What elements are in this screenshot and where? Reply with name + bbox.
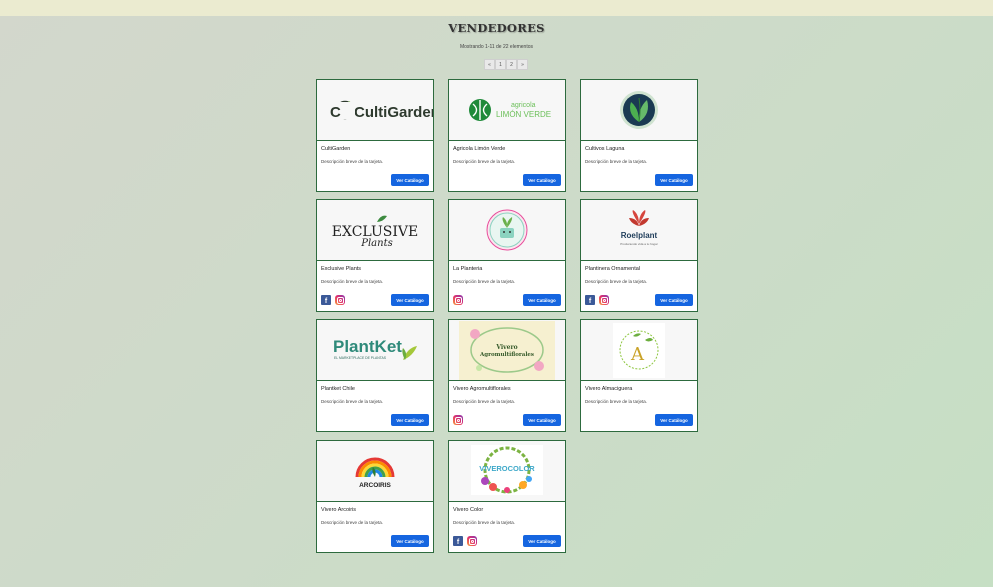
vendor-logo: CultiGarden C bbox=[317, 80, 433, 141]
vendor-card: Cultivos Laguna Descripción breve de la … bbox=[580, 79, 698, 192]
view-catalog-button[interactable]: Ver Catálogo bbox=[523, 535, 561, 547]
vendor-name: Vivero Color bbox=[453, 507, 484, 513]
svg-text:agricola: agricola bbox=[511, 102, 536, 109]
vendor-card: A Vivero Almaciguera Descripción breve d… bbox=[580, 319, 698, 432]
instagram-icon[interactable] bbox=[335, 295, 345, 305]
vendor-logo: ARCOIRIS bbox=[317, 441, 433, 502]
vendor-name: La Planteria bbox=[453, 266, 483, 272]
vendor-name: Vivero Almaciguera bbox=[585, 386, 633, 392]
view-catalog-button[interactable]: Ver Catálogo bbox=[391, 174, 429, 186]
view-catalog-button[interactable]: Ver Catálogo bbox=[391, 414, 429, 426]
vendor-description: Descripción breve de la tarjeta. bbox=[585, 399, 648, 404]
facebook-icon[interactable]: f bbox=[585, 295, 595, 305]
svg-text:Agromultiflorales: Agromultiflorales bbox=[479, 352, 534, 358]
vendor-name: Cultivos Laguna bbox=[585, 146, 625, 152]
vendor-card: CultiGarden C CultiGarden Descripción br… bbox=[316, 79, 434, 192]
svg-text:VIVEROCOLOR: VIVEROCOLOR bbox=[479, 464, 535, 473]
svg-text:Produciendo vida a tu hogar: Produciendo vida a tu hogar bbox=[620, 242, 658, 246]
vendor-description: Descripción breve de la tarjeta. bbox=[321, 399, 384, 404]
vendor-logo: agricola LIMÓN VERDE bbox=[449, 80, 565, 141]
view-catalog-button[interactable]: Ver Catálogo bbox=[391, 535, 429, 547]
instagram-icon[interactable] bbox=[453, 295, 463, 305]
social-links: f bbox=[585, 295, 609, 305]
view-catalog-button[interactable]: Ver Catálogo bbox=[523, 414, 561, 426]
vendor-logo: EXCLUSIVE Plants bbox=[317, 200, 433, 261]
view-catalog-button[interactable]: Ver Catálogo bbox=[655, 414, 693, 426]
vendor-name: Plantket Chile bbox=[321, 386, 355, 392]
vendor-name: Vivero Arcoiris bbox=[321, 507, 357, 513]
pagination-page-2[interactable]: 2 bbox=[506, 59, 517, 70]
vendor-description: Descripción breve de la tarjeta. bbox=[321, 279, 384, 284]
vendor-logo: VIVEROCOLOR bbox=[449, 441, 565, 502]
vendor-logo: A bbox=[581, 320, 697, 381]
vendor-description: Descripción breve de la tarjeta. bbox=[453, 520, 516, 525]
svg-text:Vivero: Vivero bbox=[495, 344, 517, 351]
vendor-description: Descripción breve de la tarjeta. bbox=[453, 279, 516, 284]
vendor-name: Exclusive Plants bbox=[321, 266, 362, 272]
vendor-description: Descripción breve de la tarjeta. bbox=[321, 520, 384, 525]
vendor-card: agricola LIMÓN VERDE Agricola Limón Verd… bbox=[448, 79, 566, 192]
vendor-name: Agricola Limón Verde bbox=[453, 146, 506, 152]
svg-text:C: C bbox=[330, 104, 341, 121]
vendor-logo: Roelplant Produciendo vida a tu hogar bbox=[581, 200, 697, 261]
pagination-page-1[interactable]: 1 bbox=[495, 59, 506, 70]
results-count: Mostrando 1-11 de 22 elementos bbox=[459, 44, 533, 50]
pagination: « 1 2 » bbox=[484, 59, 528, 70]
vendor-logo bbox=[581, 80, 697, 141]
vendor-description: Descripción breve de la tarjeta. bbox=[453, 159, 516, 164]
vendor-card: ARCOIRIS Vivero Arcoiris Descripción bre… bbox=[316, 440, 434, 553]
vendor-card: Roelplant Produciendo vida a tu hogar Pl… bbox=[580, 199, 698, 312]
view-catalog-button[interactable]: Ver Catálogo bbox=[655, 294, 693, 306]
svg-text:PlantKet: PlantKet bbox=[333, 337, 402, 356]
pagination-next[interactable]: » bbox=[517, 59, 528, 70]
social-links bbox=[453, 415, 463, 425]
facebook-icon[interactable]: f bbox=[453, 536, 463, 546]
instagram-icon[interactable] bbox=[467, 536, 477, 546]
view-catalog-button[interactable]: Ver Catálogo bbox=[391, 294, 429, 306]
social-links: f bbox=[321, 295, 345, 305]
page-title: VENDEDORES bbox=[448, 21, 545, 35]
vendor-logo bbox=[449, 200, 565, 261]
vendor-card: EXCLUSIVE Plants Exclusive Plants Descri… bbox=[316, 199, 434, 312]
vendor-card: PlantKet EL MARKETPLACE DE PLANTAS Plant… bbox=[316, 319, 434, 432]
vendor-name: Vivero Agromultiflorales bbox=[453, 386, 511, 392]
instagram-icon[interactable] bbox=[453, 415, 463, 425]
vendor-logo: Vivero Agromultiflorales bbox=[449, 320, 565, 381]
vendor-description: Descripción breve de la tarjeta. bbox=[585, 159, 648, 164]
vendor-logo: PlantKet EL MARKETPLACE DE PLANTAS bbox=[317, 320, 433, 381]
facebook-icon[interactable]: f bbox=[321, 295, 331, 305]
view-catalog-button[interactable]: Ver Catálogo bbox=[523, 294, 561, 306]
vendor-card: La Planteria Descripción breve de la tar… bbox=[448, 199, 566, 312]
svg-text:LIMÓN VERDE: LIMÓN VERDE bbox=[496, 110, 551, 119]
svg-text:CultiGarden: CultiGarden bbox=[354, 104, 433, 121]
pagination-prev[interactable]: « bbox=[484, 59, 495, 70]
instagram-icon[interactable] bbox=[599, 295, 609, 305]
vendor-name: CultiGarden bbox=[321, 146, 351, 152]
view-catalog-button[interactable]: Ver Catálogo bbox=[655, 174, 693, 186]
social-links: f bbox=[453, 536, 477, 546]
vendor-card: VIVEROCOLOR Vivero Color Descripción bre… bbox=[448, 440, 566, 553]
vendor-description: Descripción breve de la tarjeta. bbox=[321, 159, 384, 164]
svg-text:Plants: Plants bbox=[360, 238, 392, 249]
vendor-name: Plantinera Ornamental bbox=[585, 266, 641, 272]
vendor-description: Descripción breve de la tarjeta. bbox=[453, 399, 516, 404]
svg-text:EL MARKETPLACE DE PLANTAS: EL MARKETPLACE DE PLANTAS bbox=[334, 356, 387, 360]
svg-text:Roelplant: Roelplant bbox=[621, 231, 658, 240]
vendor-description: Descripción breve de la tarjeta. bbox=[585, 279, 648, 284]
svg-text:ARCOIRIS: ARCOIRIS bbox=[359, 482, 391, 489]
svg-text:A: A bbox=[630, 344, 645, 365]
top-bar bbox=[0, 0, 993, 16]
social-links bbox=[453, 295, 463, 305]
view-catalog-button[interactable]: Ver Catálogo bbox=[523, 174, 561, 186]
vendor-card: Vivero Agromultiflorales Vivero Agromult… bbox=[448, 319, 566, 432]
